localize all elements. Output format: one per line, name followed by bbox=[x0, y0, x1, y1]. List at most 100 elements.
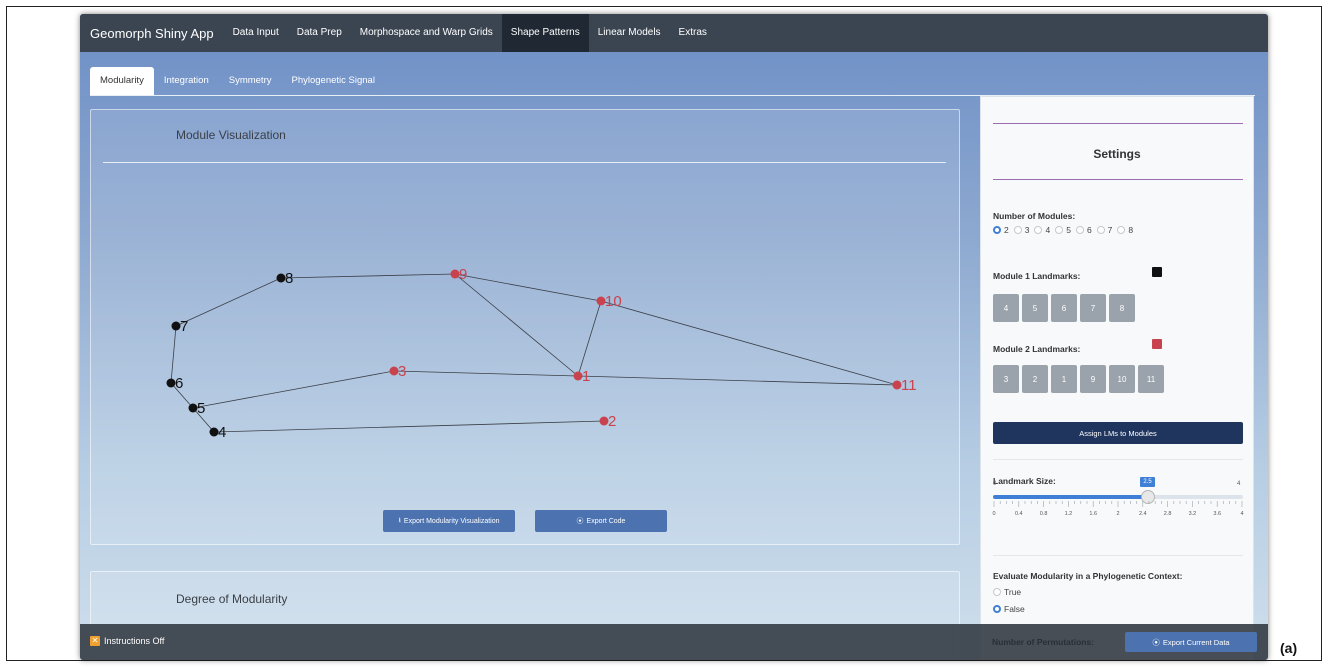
radio-button[interactable] bbox=[1013, 226, 1022, 234]
module-visualization-panel: Module Visualization 1 2 3 4 5 6 7 8 9 10 11 ⭳ Exp… bbox=[90, 109, 960, 545]
slider-tick-label: 2.8 bbox=[1163, 511, 1172, 517]
slider-tick-label: 4 bbox=[1240, 511, 1244, 517]
app-brand[interactable]: Geomorph Shiny App bbox=[80, 26, 224, 41]
radio-button[interactable] bbox=[1096, 226, 1105, 234]
landmark-link bbox=[454, 273, 602, 302]
module2-label: Module 2 Landmarks: bbox=[993, 344, 1081, 354]
slider-tick-label: 2 bbox=[1116, 511, 1120, 517]
module1-label: Module 1 Landmarks: bbox=[993, 271, 1081, 281]
slider-tick-label: 2.4 bbox=[1138, 511, 1147, 517]
nav-morphospace[interactable]: Morphospace and Warp Grids bbox=[351, 14, 502, 52]
tab-phylogenetic-signal[interactable]: Phylogenetic Signal bbox=[281, 67, 384, 95]
landmark-link bbox=[600, 300, 898, 386]
num-modules-label: Number of Modules: bbox=[993, 211, 1076, 221]
landmark-label: 10 bbox=[605, 293, 622, 310]
radio-label: 2 bbox=[1004, 225, 1009, 235]
landmark-plot: 1 2 3 456 7 8 9 10 11 bbox=[166, 266, 917, 441]
download-icon: ⭳ bbox=[398, 516, 401, 524]
nav-extras[interactable]: Extras bbox=[670, 14, 716, 52]
radio-button[interactable] bbox=[1075, 226, 1084, 234]
radio-false-label: False bbox=[1004, 604, 1025, 614]
radio-button[interactable] bbox=[1034, 226, 1043, 234]
radio-label: 3 bbox=[1024, 225, 1030, 235]
landmark-button[interactable]: 6 bbox=[1051, 294, 1077, 322]
divider bbox=[993, 555, 1243, 556]
app-window: Geomorph Shiny App Data Input Data Prep … bbox=[80, 14, 1268, 660]
landmark-link bbox=[393, 370, 579, 377]
num-modules-option[interactable]: 8 bbox=[1117, 225, 1133, 235]
slider-track-fill[interactable] bbox=[993, 495, 1148, 499]
export-code-label: Export Code bbox=[586, 517, 626, 525]
slider-tick-label: 3.6 bbox=[1213, 511, 1222, 517]
nav-linear-models[interactable]: Linear Models bbox=[589, 14, 670, 52]
landmark-button[interactable]: 4 bbox=[993, 294, 1019, 322]
figure-caption: (a) bbox=[1280, 640, 1298, 656]
num-modules-option[interactable]: 6 bbox=[1075, 225, 1092, 235]
nav-shape-patterns[interactable]: Shape Patterns bbox=[501, 14, 589, 52]
slider-tick-label: 0.4 bbox=[1014, 511, 1023, 517]
export-visualization-label: Export Modularity Visualization bbox=[403, 517, 500, 525]
landmark-label: 9 bbox=[459, 266, 467, 283]
slider-min-label: 0 bbox=[993, 481, 997, 487]
slider-tick-label: 0.8 bbox=[1039, 511, 1048, 517]
radio-true-label: True bbox=[1004, 587, 1022, 597]
num-modules-option[interactable]: 4 bbox=[1034, 225, 1050, 235]
export-icon: ⦿ bbox=[1152, 637, 1160, 647]
nav-data-input[interactable]: Data Input bbox=[224, 14, 288, 52]
tab-symmetry[interactable]: Symmetry bbox=[219, 67, 282, 95]
landmark-button[interactable]: 10 bbox=[1109, 365, 1135, 393]
landmark-button[interactable]: 5 bbox=[1022, 294, 1048, 322]
export-data-button[interactable]: ⦿ Export Current Data bbox=[1125, 632, 1257, 652]
landmark-button[interactable]: 1 bbox=[1051, 365, 1077, 393]
assign-landmarks-button[interactable]: Assign LMs to Modules bbox=[993, 422, 1243, 444]
landmark-label: 11 bbox=[901, 377, 917, 394]
module1-landmark-buttons: 45678 bbox=[993, 294, 1138, 322]
instructions-toggle[interactable]: ✕ Instructions Off bbox=[90, 636, 164, 646]
radio-true[interactable] bbox=[993, 588, 1001, 596]
slider-track[interactable] bbox=[1148, 495, 1243, 499]
landmark-button[interactable]: 8 bbox=[1109, 294, 1135, 322]
radio-button[interactable] bbox=[1055, 226, 1064, 234]
landmark-button[interactable]: 11 bbox=[1138, 365, 1164, 393]
code-icon: ⦿ bbox=[576, 518, 584, 525]
radio-button[interactable] bbox=[1117, 226, 1126, 234]
landmark-label: 6 bbox=[175, 375, 183, 392]
landmark-link bbox=[280, 273, 456, 279]
num-modules-option[interactable]: 7 bbox=[1096, 225, 1112, 235]
slider-value-bubble: 2.5 bbox=[1140, 477, 1155, 487]
slider-tick-label: 0 bbox=[992, 511, 996, 517]
phylo-option-true[interactable]: True bbox=[993, 587, 1021, 597]
export-visualization-button[interactable]: ⭳ Export Modularity Visualization bbox=[383, 510, 515, 532]
instructions-label: Instructions Off bbox=[104, 636, 165, 646]
phylo-option-false[interactable]: False bbox=[993, 604, 1025, 614]
tab-modularity[interactable]: Modularity bbox=[90, 67, 154, 95]
radio-label: 4 bbox=[1045, 225, 1051, 235]
landmark-link bbox=[175, 277, 282, 327]
landmark-button[interactable]: 2 bbox=[1022, 365, 1048, 393]
num-modules-option[interactable]: 5 bbox=[1055, 225, 1071, 235]
module1-color-swatch[interactable] bbox=[1152, 267, 1162, 277]
module2-color-swatch[interactable] bbox=[1152, 339, 1162, 349]
phylo-context-label: Evaluate Modularity in a Phylogenetic Co… bbox=[993, 571, 1183, 581]
export-code-button[interactable]: ⦿ Export Code bbox=[535, 510, 667, 532]
slider-ticks bbox=[993, 501, 1243, 507]
num-modules-radio-group: 2 3 4 5 6 7 8 bbox=[993, 225, 1138, 235]
num-modules-option[interactable]: 2 bbox=[993, 225, 1009, 235]
radio-label: 8 bbox=[1128, 225, 1134, 235]
landmark-label: 2 bbox=[608, 413, 616, 430]
divider bbox=[993, 179, 1243, 180]
num-modules-option[interactable]: 3 bbox=[1013, 225, 1030, 235]
landmark-button[interactable]: 9 bbox=[1080, 365, 1106, 393]
panel-title: Degree of Modularity bbox=[176, 592, 288, 606]
slider-tick-label: 3.2 bbox=[1188, 511, 1197, 517]
close-icon: ✕ bbox=[90, 636, 100, 646]
slider-tick-label: 1.6 bbox=[1089, 511, 1098, 517]
tab-integration[interactable]: Integration bbox=[154, 67, 219, 95]
landmark-label: 7 bbox=[180, 318, 188, 335]
landmark-button[interactable]: 3 bbox=[993, 365, 1019, 393]
radio-label: 5 bbox=[1066, 225, 1071, 235]
landmark-button[interactable]: 7 bbox=[1080, 294, 1106, 322]
nav-data-prep[interactable]: Data Prep bbox=[288, 14, 351, 52]
radio-false[interactable] bbox=[993, 605, 1001, 613]
radio-button[interactable] bbox=[993, 226, 1001, 234]
